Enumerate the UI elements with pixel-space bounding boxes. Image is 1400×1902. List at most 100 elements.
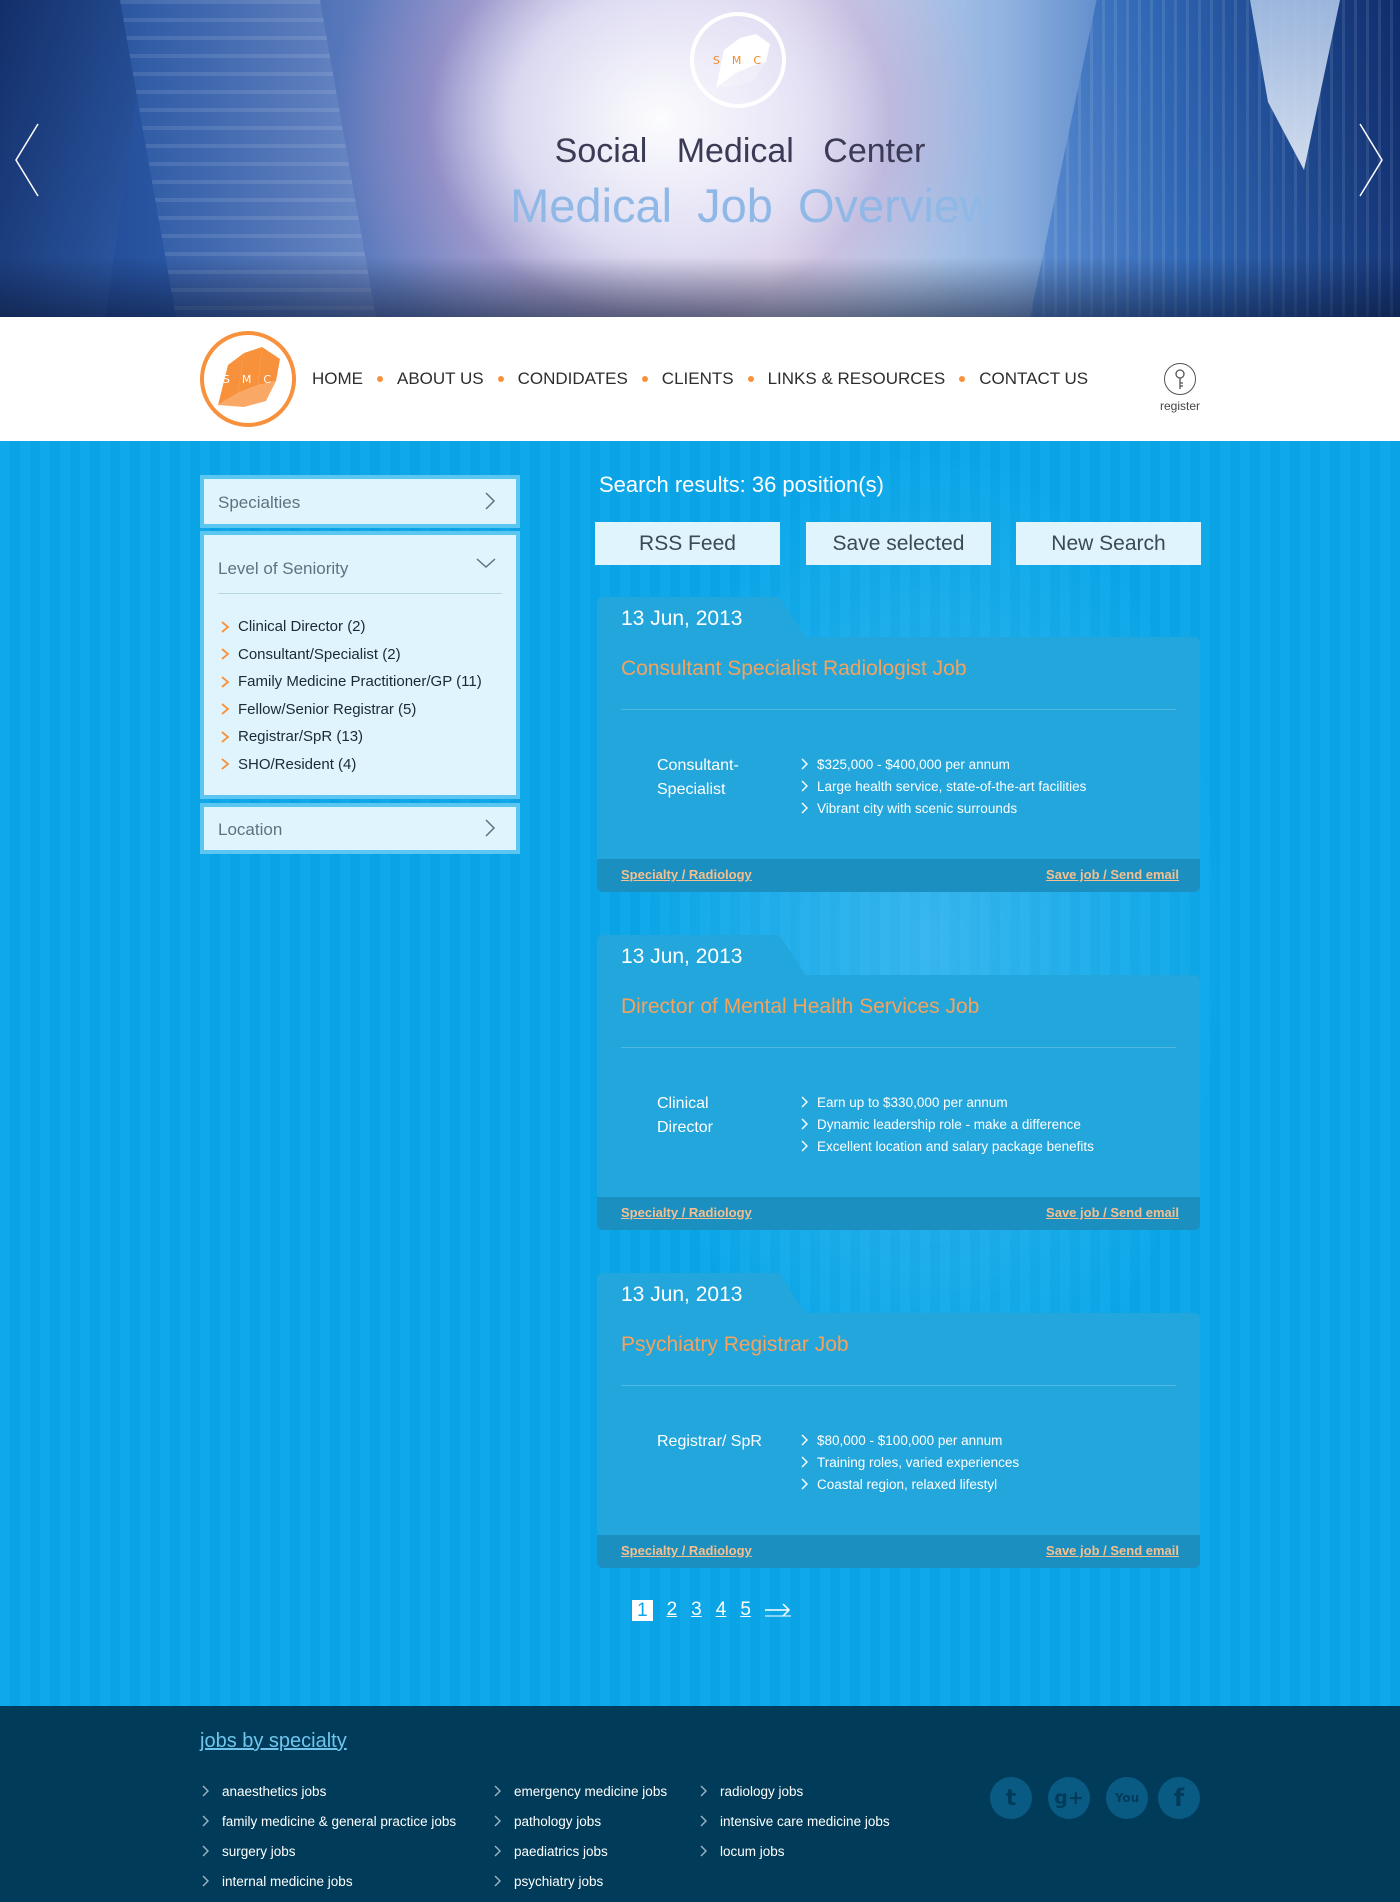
filter-seniority: Level of Seniority Clinical Director (2)…: [200, 531, 520, 799]
arrow-right-icon[interactable]: [764, 1603, 791, 1617]
seniority-item[interactable]: SHO/Resident (4): [218, 751, 502, 779]
chevron-right-icon: [202, 1815, 209, 1827]
footer-link[interactable]: internal medicine jobs: [200, 1866, 456, 1896]
job-highlight-text: Excellent location and salary package be…: [817, 1138, 1094, 1154]
filter-seniority-label: Level of Seniority: [218, 559, 349, 578]
job-save-link[interactable]: Save job / Send email: [1046, 1543, 1179, 1558]
job-save-link[interactable]: Save job / Send email: [1046, 867, 1179, 882]
job-level: Registrar/ SpR: [657, 1433, 762, 1450]
job-card: 13 Jun, 2013 Psychiatry Registrar Job Re…: [597, 1273, 1200, 1568]
rss-feed-button[interactable]: RSS Feed: [595, 522, 780, 565]
footer-link[interactable]: radiology jobs: [698, 1776, 890, 1806]
hero-logo: SMC: [690, 12, 786, 108]
chevron-right-icon: [494, 1815, 501, 1827]
chevron-right-icon: [494, 1845, 501, 1857]
google-plus-icon[interactable]: g+: [1048, 1777, 1090, 1819]
seniority-item[interactable]: Registrar/SpR (13): [218, 723, 502, 751]
footer-link[interactable]: intensive care medicine jobs: [698, 1806, 890, 1836]
footer-link-label: internal medicine jobs: [222, 1873, 353, 1889]
job-highlight-text: Training roles, varied experiences: [817, 1454, 1020, 1470]
youtube-icon[interactable]: You: [1106, 1777, 1148, 1819]
site-logo[interactable]: SMC: [200, 331, 296, 427]
new-search-button[interactable]: New Search: [1016, 522, 1201, 565]
job-date: 13 Jun, 2013: [621, 1283, 743, 1306]
job-footer-bar: Specialty / Radiology Save job / Send em…: [597, 1535, 1200, 1568]
footer-link[interactable]: pathology jobs: [492, 1806, 667, 1836]
chevron-right-icon: [202, 1875, 209, 1887]
chevron-right-icon: [221, 648, 230, 660]
job-highlight: Vibrant city with scenic surrounds: [799, 797, 1086, 819]
twitter-icon[interactable]: t: [990, 1777, 1032, 1819]
footer-link-label: intensive care medicine jobs: [720, 1813, 890, 1829]
job-specialty-link[interactable]: Specialty / Radiology: [621, 1543, 752, 1558]
register-button[interactable]: register: [1155, 363, 1205, 413]
chevron-down-icon[interactable]: [476, 557, 496, 569]
job-level: Consultant- Specialist: [657, 757, 739, 798]
job-date-tab-slope: [767, 935, 807, 977]
seniority-item-label: Clinical Director (2): [238, 618, 366, 636]
hero-title: Social Medical Center: [554, 132, 926, 170]
save-selected-button[interactable]: Save selected: [806, 522, 991, 565]
job-card-body: Director of Mental Health Services Job C…: [597, 975, 1200, 1230]
footer-link-label: radiology jobs: [720, 1783, 804, 1799]
nav-contact-us[interactable]: CONTACT US: [979, 369, 1088, 389]
chevron-right-icon: [700, 1845, 707, 1857]
job-date: 13 Jun, 2013: [621, 945, 743, 968]
job-divider: [621, 1047, 1176, 1048]
page-5-button[interactable]: 5: [740, 1599, 751, 1621]
job-title[interactable]: Director of Mental Health Services Job: [621, 995, 979, 1019]
chevron-right-icon: [801, 780, 808, 792]
job-highlight-text: Vibrant city with scenic surrounds: [817, 800, 1018, 816]
job-highlights: Earn up to $330,000 per annum Dynamic le…: [799, 1091, 1094, 1157]
seniority-item[interactable]: Consultant/Specialist (2): [218, 641, 502, 669]
job-title[interactable]: Psychiatry Registrar Job: [621, 1333, 849, 1357]
facebook-icon[interactable]: f: [1158, 1777, 1200, 1819]
nav-about-us[interactable]: ABOUT US: [397, 369, 484, 389]
chevron-right-icon: [801, 1096, 808, 1108]
footer-link[interactable]: family medicine & general practice jobs: [200, 1806, 456, 1836]
footer-link[interactable]: anaesthetics jobs: [200, 1776, 456, 1806]
chevron-left-icon[interactable]: [14, 122, 40, 198]
nav-clients[interactable]: CLIENTS: [662, 369, 734, 389]
footer-link[interactable]: psychiatry jobs: [492, 1866, 667, 1896]
chevron-right-icon[interactable]: [1358, 122, 1384, 198]
nav-links-resources[interactable]: LINKS & RESOURCES: [768, 369, 946, 389]
nav-home[interactable]: HOME: [312, 369, 363, 389]
seniority-list: Clinical Director (2) Consultant/Special…: [218, 613, 502, 778]
filter-specialties[interactable]: Specialties: [200, 475, 520, 528]
nav-candidates[interactable]: CONDIDATES: [518, 369, 628, 389]
job-highlights: $325,000 - $400,000 per annum Large heal…: [799, 753, 1086, 819]
job-divider: [621, 1385, 1176, 1386]
footer-link[interactable]: paediatrics jobs: [492, 1836, 667, 1866]
filter-location[interactable]: Location: [200, 803, 520, 854]
footer-title[interactable]: jobs by specialty: [200, 1730, 347, 1753]
job-specialty-link[interactable]: Specialty / Radiology: [621, 1205, 752, 1220]
job-highlight-text: $80,000 - $100,000 per annum: [817, 1432, 1003, 1448]
seniority-item[interactable]: Clinical Director (2): [218, 613, 502, 641]
footer-link-label: surgery jobs: [222, 1843, 296, 1859]
seniority-item[interactable]: Fellow/Senior Registrar (5): [218, 696, 502, 724]
page-3-button[interactable]: 3: [691, 1599, 702, 1621]
seniority-item-label: SHO/Resident (4): [238, 755, 357, 773]
job-date-tab-slope: [767, 1273, 807, 1315]
chevron-right-icon: [801, 802, 808, 814]
job-card: 13 Jun, 2013 Director of Mental Health S…: [597, 935, 1200, 1230]
seniority-item-label: Registrar/SpR (13): [238, 728, 364, 746]
chevron-right-icon: [801, 758, 808, 770]
job-title[interactable]: Consultant Specialist Radiologist Job: [621, 657, 967, 681]
job-save-link[interactable]: Save job / Send email: [1046, 1205, 1179, 1220]
seniority-item[interactable]: Family Medicine Practitioner/GP (11): [218, 668, 502, 696]
job-specialty-link[interactable]: Specialty / Radiology: [621, 867, 752, 882]
footer-link[interactable]: surgery jobs: [200, 1836, 456, 1866]
job-highlight-text: Earn up to $330,000 per annum: [817, 1094, 1008, 1110]
page-1-button[interactable]: 1: [632, 1599, 653, 1621]
page-2-button[interactable]: 2: [667, 1599, 678, 1621]
chevron-right-icon: [801, 1478, 808, 1490]
footer-link[interactable]: locum jobs: [698, 1836, 890, 1866]
footer-link-label: locum jobs: [720, 1843, 785, 1859]
seniority-item-label: Fellow/Senior Registrar (5): [238, 700, 417, 718]
footer-link[interactable]: emergency medicine jobs: [492, 1776, 667, 1806]
page-4-button[interactable]: 4: [716, 1599, 727, 1621]
job-highlight-text: Large health service, state-of-the-art f…: [817, 778, 1087, 794]
seniority-item-label: Family Medicine Practitioner/GP (11): [238, 673, 482, 691]
